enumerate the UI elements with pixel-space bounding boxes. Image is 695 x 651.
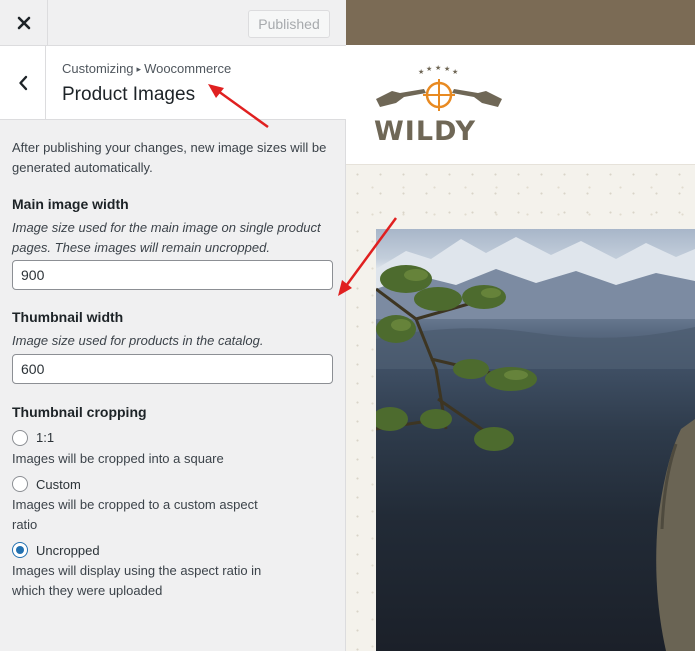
crossed-rifles-logo-icon: ★ ★ ★ ★ ★ xyxy=(376,64,502,111)
section-header: Customizing ▸ Woocommerce Product Images xyxy=(0,46,346,120)
intro-text: After publishing your changes, new image… xyxy=(12,140,327,175)
thumbnail-width-label: Thumbnail width xyxy=(12,309,124,325)
preview-header: ★ ★ ★ ★ ★ WILDY xyxy=(346,45,695,165)
close-icon xyxy=(17,16,30,29)
radio-square[interactable] xyxy=(12,429,28,446)
back-button[interactable] xyxy=(0,46,46,119)
cropping-option-uncropped: Uncropped Images will display using the … xyxy=(12,541,334,600)
main-image-width-description: Image size used for the main image on si… xyxy=(12,220,321,255)
radio-description-square: Images will be cropped into a square xyxy=(12,450,224,466)
cropping-option-custom: Custom Images will be cropped to a custo… xyxy=(12,475,334,534)
main-image-width-input[interactable] xyxy=(12,260,333,290)
radio-description-uncropped: Images will display using the aspect rat… xyxy=(12,563,262,598)
cropping-option-square: 1:1 Images will be cropped into a square xyxy=(12,429,334,469)
publish-button[interactable]: Published xyxy=(248,10,330,38)
breadcrumb-separator: ▸ xyxy=(136,64,142,74)
breadcrumb: Customizing ▸ Woocommerce xyxy=(62,61,231,76)
radio-label-uncropped: Uncropped xyxy=(36,542,100,558)
mountain-landscape-image xyxy=(376,237,695,651)
svg-text:★: ★ xyxy=(418,68,424,76)
customizer-header: Published xyxy=(0,0,346,46)
section-title: Product Images xyxy=(62,84,196,105)
svg-text:★: ★ xyxy=(444,65,450,73)
controls-panel: After publishing your changes, new image… xyxy=(12,138,334,600)
thumbnail-width-input[interactable] xyxy=(12,353,333,384)
svg-text:★: ★ xyxy=(426,65,432,73)
radio-label-custom: Custom xyxy=(36,476,81,492)
logo-text: WILDY xyxy=(374,116,477,147)
svg-text:★: ★ xyxy=(452,68,458,76)
thumbnail-cropping-label: Thumbnail cropping xyxy=(12,403,147,420)
chevron-left-icon xyxy=(18,75,27,90)
close-customizer-button[interactable] xyxy=(0,0,48,45)
site-logo[interactable]: ★ ★ ★ ★ ★ WILDY xyxy=(374,64,504,155)
radio-label-square: 1:1 xyxy=(36,430,55,445)
radio-uncropped[interactable] xyxy=(12,542,28,558)
radio-description-custom: Images will be cropped to a custom aspec… xyxy=(12,497,258,532)
svg-text:★: ★ xyxy=(435,65,441,72)
hero-image xyxy=(376,229,695,651)
breadcrumb-current: Woocommerce xyxy=(144,61,232,76)
breadcrumb-parent: Customizing xyxy=(62,61,134,76)
preview-topbar xyxy=(346,0,695,45)
main-image-width-label: Main image width xyxy=(12,196,129,212)
customizer-sidebar: Published Customizing ▸ Woocommerce Produc… xyxy=(0,0,346,651)
radio-custom[interactable] xyxy=(12,476,28,492)
thumbnail-width-description: Image size used for products in the cata… xyxy=(12,333,264,348)
